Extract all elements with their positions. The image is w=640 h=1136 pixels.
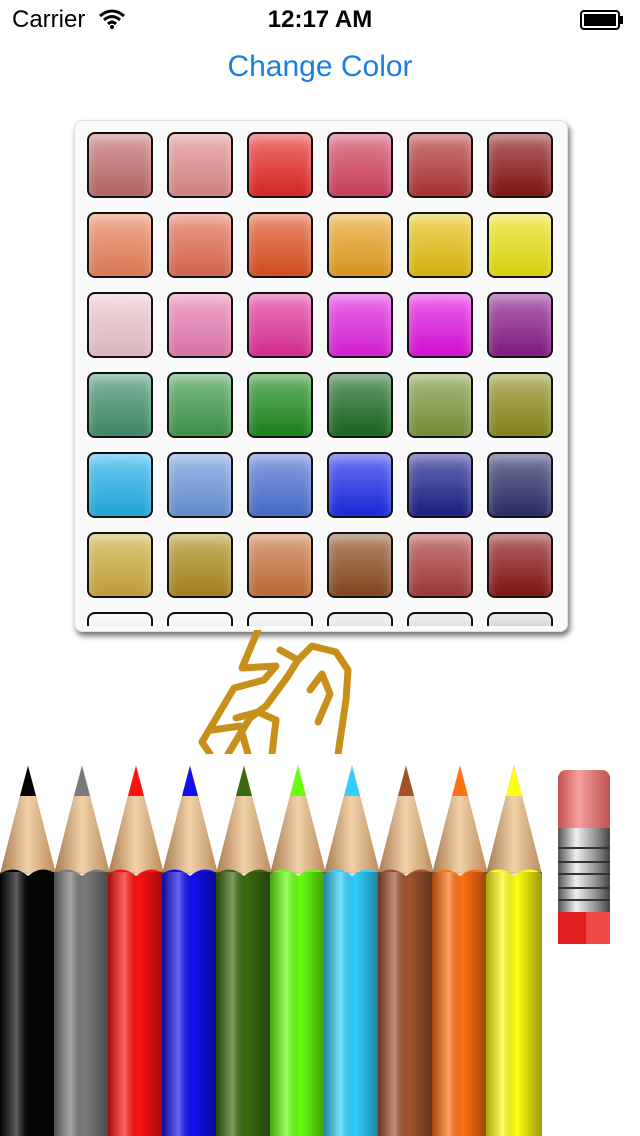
color-swatch[interactable] [87, 532, 153, 598]
color-palette-popup[interactable] [74, 120, 568, 632]
color-swatch[interactable] [87, 132, 153, 198]
pencil-dark-green[interactable] [216, 764, 272, 1136]
pencil-orange[interactable] [432, 764, 488, 1136]
color-swatch[interactable] [87, 372, 153, 438]
color-swatch[interactable] [247, 212, 313, 278]
color-swatch[interactable] [487, 532, 553, 598]
color-swatch[interactable] [327, 212, 393, 278]
pencil-lime[interactable] [270, 764, 326, 1136]
color-swatch[interactable] [407, 292, 473, 358]
color-swatch[interactable] [327, 452, 393, 518]
color-swatch[interactable] [407, 132, 473, 198]
color-swatch[interactable] [167, 612, 233, 626]
color-swatch[interactable] [407, 452, 473, 518]
color-swatch[interactable] [167, 132, 233, 198]
color-swatch[interactable] [327, 132, 393, 198]
color-swatch[interactable] [407, 532, 473, 598]
color-swatch[interactable] [167, 532, 233, 598]
color-swatch[interactable] [247, 452, 313, 518]
color-swatch[interactable] [327, 532, 393, 598]
color-swatch[interactable] [247, 132, 313, 198]
pencil-yellow[interactable] [486, 764, 542, 1136]
color-swatch[interactable] [327, 612, 393, 626]
drawing-canvas[interactable] [180, 630, 370, 754]
color-swatch[interactable] [87, 292, 153, 358]
pencil-gray[interactable] [54, 764, 110, 1136]
color-swatch[interactable] [407, 212, 473, 278]
pencil-red[interactable] [108, 764, 164, 1136]
pencil-cyan[interactable] [324, 764, 380, 1136]
color-swatch[interactable] [247, 532, 313, 598]
color-swatch[interactable] [247, 372, 313, 438]
color-swatch[interactable] [407, 612, 473, 626]
color-swatch[interactable] [407, 372, 473, 438]
color-swatch[interactable] [487, 292, 553, 358]
status-time: 12:17 AM [267, 6, 373, 33]
color-swatch[interactable] [327, 372, 393, 438]
swatch-grid[interactable] [74, 120, 568, 626]
color-swatch[interactable] [487, 612, 553, 626]
color-swatch[interactable] [487, 132, 553, 198]
pencil-brown[interactable] [378, 764, 434, 1136]
color-swatch[interactable] [487, 372, 553, 438]
status-bar: Carrier 12:17 AM [0, 0, 640, 40]
color-swatch[interactable] [487, 452, 553, 518]
color-swatch[interactable] [167, 452, 233, 518]
color-swatch[interactable] [87, 452, 153, 518]
color-swatch[interactable] [247, 292, 313, 358]
color-swatch[interactable] [167, 372, 233, 438]
pencil-tray[interactable] [0, 764, 640, 1136]
color-swatch[interactable] [247, 612, 313, 626]
battery-icon [580, 10, 623, 30]
color-swatch[interactable] [167, 212, 233, 278]
color-swatch[interactable] [487, 212, 553, 278]
color-swatch[interactable] [167, 292, 233, 358]
color-swatch[interactable] [327, 292, 393, 358]
color-swatch[interactable] [87, 612, 153, 626]
change-color-button[interactable]: Change Color [0, 50, 640, 84]
color-swatch[interactable] [87, 212, 153, 278]
pencil-blue[interactable] [162, 764, 218, 1136]
eraser-icon[interactable] [556, 770, 612, 944]
pencil-black[interactable] [0, 764, 56, 1136]
